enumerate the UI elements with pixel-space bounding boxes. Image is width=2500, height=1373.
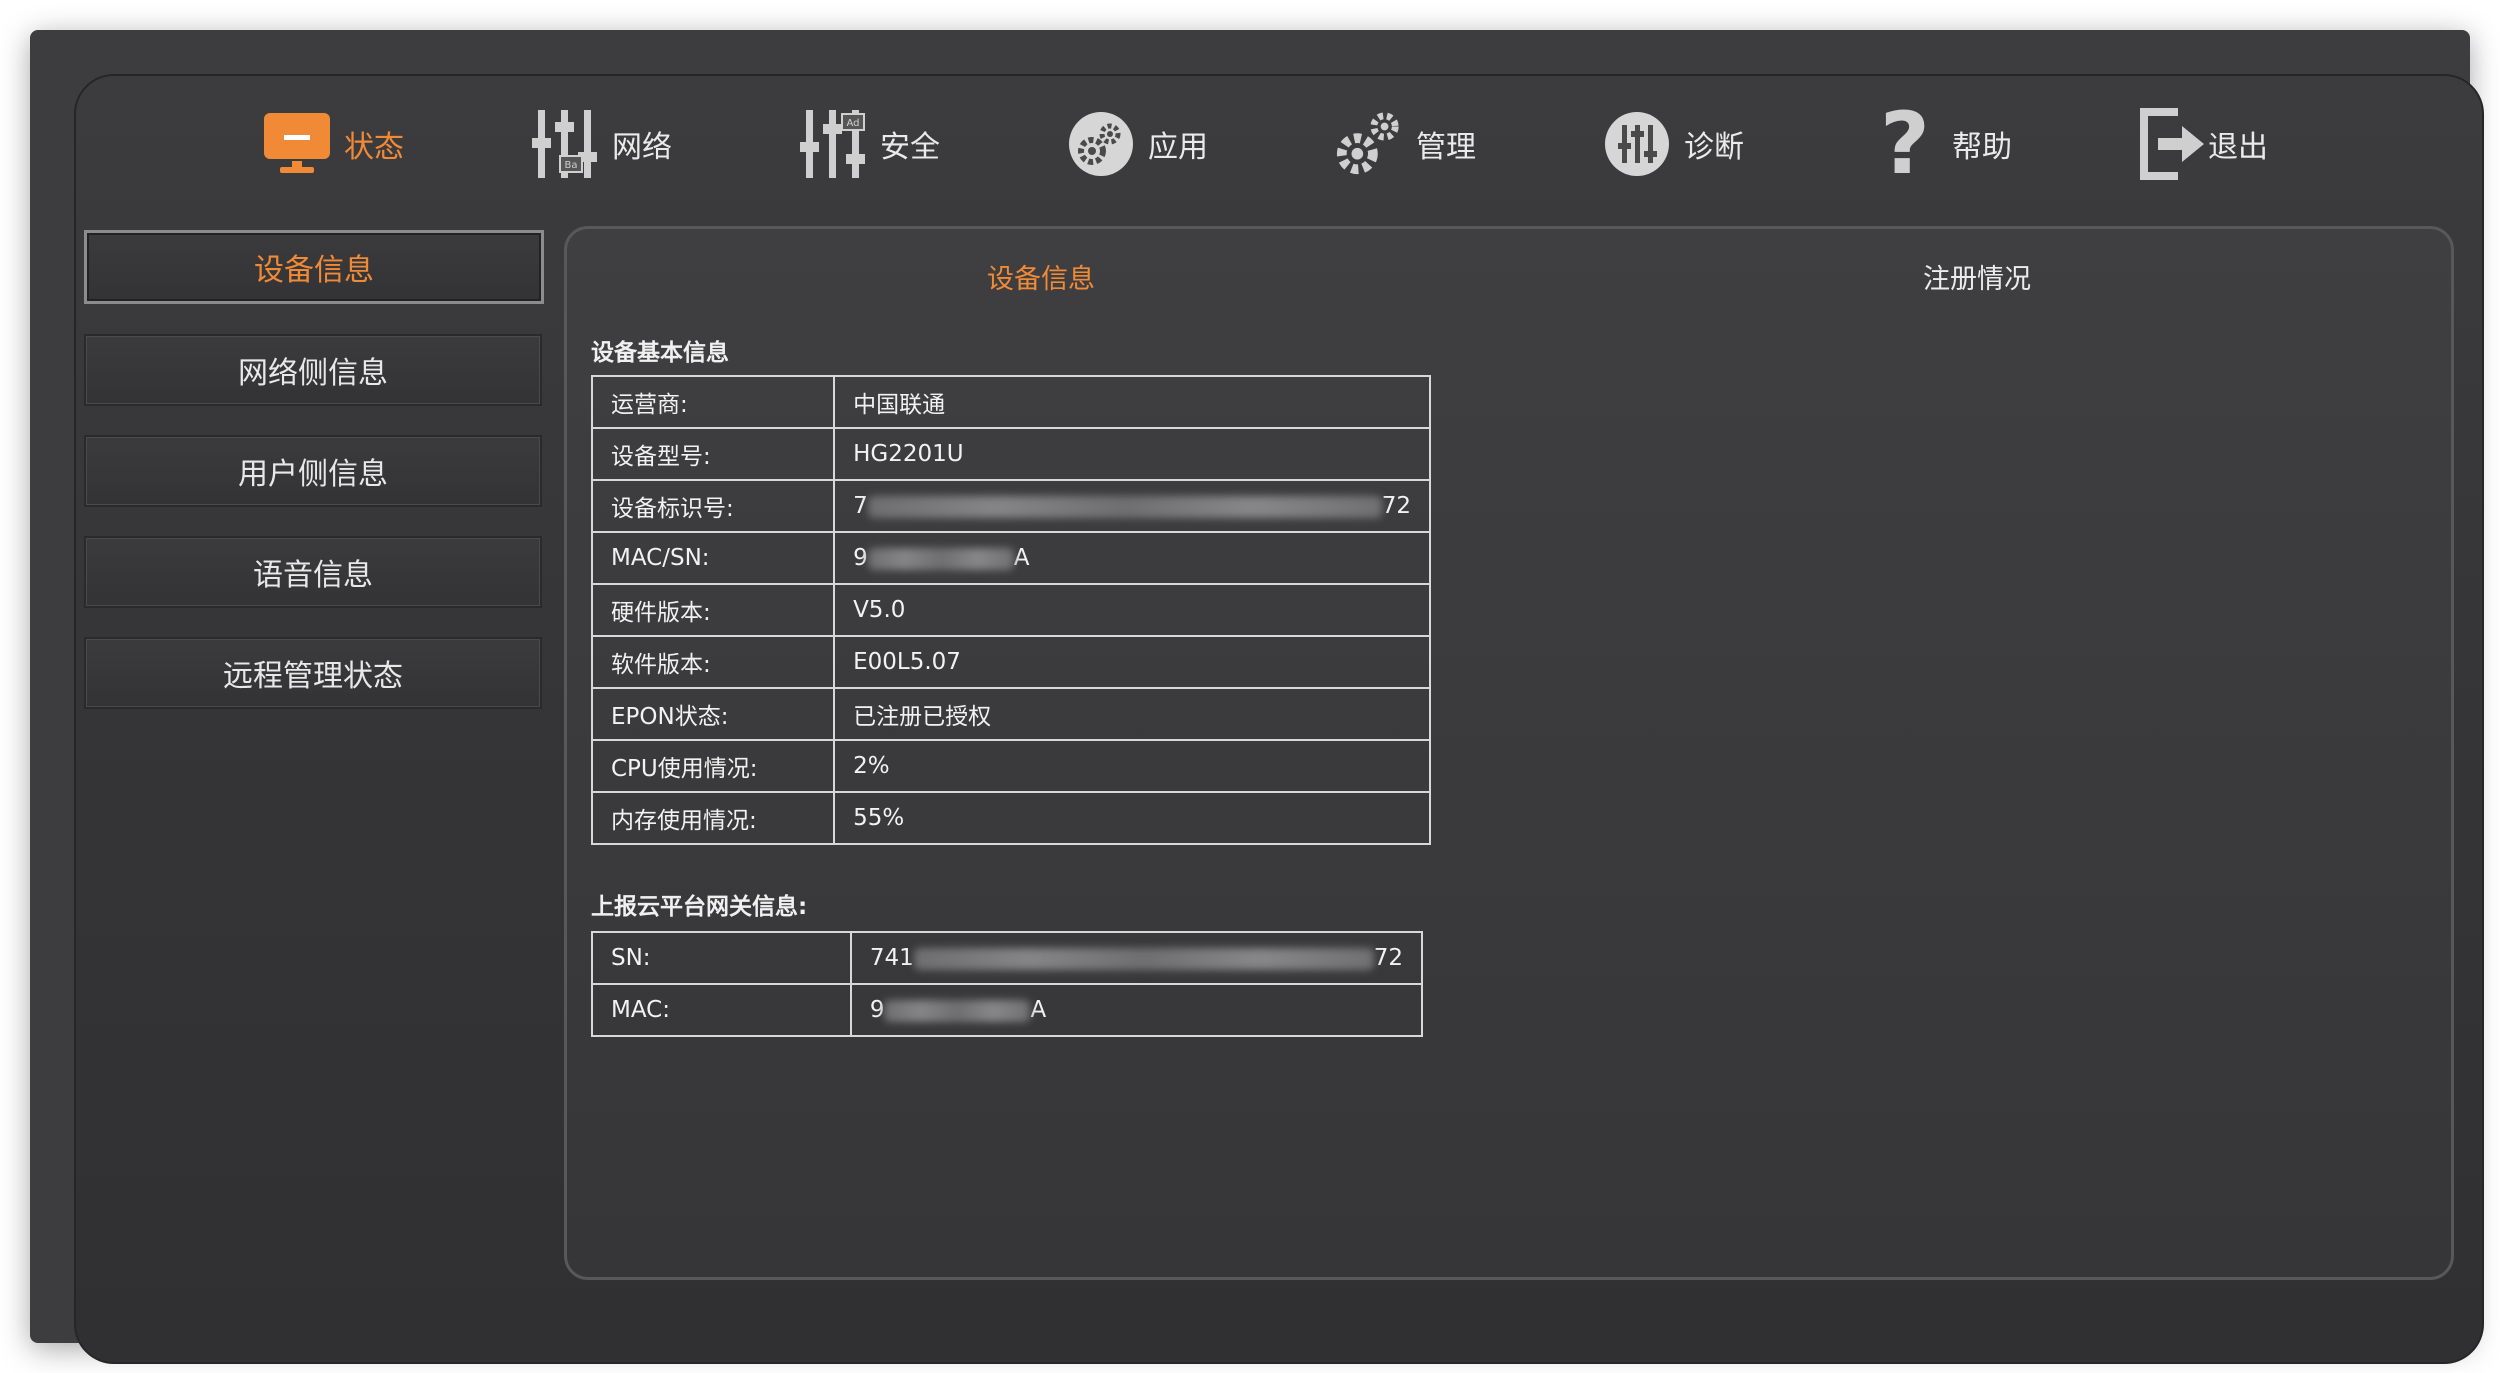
nav-logout[interactable]: 退出	[2138, 104, 2268, 184]
row-key: CPU使用情况:	[590, 739, 836, 793]
row-value: 55%	[833, 791, 1431, 845]
row-key: 软件版本:	[590, 635, 836, 689]
table-row: MAC/SN: 9A	[590, 531, 1431, 585]
svg-text:Ba: Ba	[565, 160, 578, 171]
management-gears-icon	[1334, 108, 1404, 180]
nav-application-label: 应用	[1148, 130, 1208, 165]
value-suffix: A	[1013, 545, 1030, 571]
nav-network[interactable]: Ba 网络	[530, 104, 672, 184]
security-sliders-icon: Ad	[798, 108, 868, 180]
row-key: 设备型号:	[590, 427, 836, 481]
row-value: 741 72	[849, 931, 1424, 985]
sidebar-item-label: 用户侧信息	[238, 457, 388, 492]
content-panel: 设备信息 注册情况 设备基本信息 运营商: 中国联通 设备型号: HG2201U…	[564, 226, 2454, 1280]
row-value: 9A	[849, 983, 1424, 1037]
nav-help[interactable]: ? 帮助	[1870, 104, 2012, 184]
nav-application[interactable]: 应用	[1066, 104, 1208, 184]
nav-management-label: 管理	[1416, 130, 1476, 165]
row-value: HG2201U	[833, 427, 1431, 481]
row-key: 内存使用情况:	[590, 791, 836, 845]
app-window: 状态 Ba 网络 Ad 安全 应用 管理 诊断 ? 帮助 退出 设备信息 网络侧…	[30, 30, 2484, 1364]
redacted-blur	[884, 999, 1031, 1022]
basic-info-table: 运营商: 中国联通 设备型号: HG2201U 设备标识号: 7 72 MAC/S…	[590, 375, 1431, 845]
row-key: 运营商:	[590, 375, 836, 429]
diagnostics-icon	[1602, 108, 1672, 180]
basic-info-title: 设备基本信息	[591, 340, 729, 366]
value-prefix: 741	[869, 945, 914, 971]
svg-text:Ad: Ad	[846, 118, 859, 129]
cloud-info-title: 上报云平台网关信息:	[591, 894, 808, 920]
network-sliders-icon: Ba	[530, 108, 600, 180]
svg-text:?: ?	[1880, 107, 1930, 181]
table-row: SN: 741 72	[591, 931, 1424, 985]
nav-status-label: 状态	[344, 130, 404, 165]
redacted-blur	[867, 547, 1014, 570]
sidebar-item-label: 网络侧信息	[238, 356, 388, 391]
nav-security[interactable]: Ad 安全	[798, 104, 940, 184]
nav-diagnostics-label: 诊断	[1684, 130, 1744, 165]
value-prefix: 9	[869, 997, 885, 1023]
nav-management[interactable]: 管理	[1334, 104, 1476, 184]
row-value: 9A	[833, 531, 1431, 585]
row-key: MAC/SN:	[590, 531, 836, 585]
application-gears-icon	[1066, 108, 1136, 180]
row-value: 已注册已授权	[833, 687, 1431, 741]
nav-security-label: 安全	[880, 130, 940, 165]
table-row: 内存使用情况: 55%	[590, 791, 1431, 845]
nav-help-label: 帮助	[1952, 130, 2012, 165]
logout-icon	[2138, 108, 2208, 180]
row-key: MAC:	[591, 983, 852, 1037]
row-key: SN:	[591, 931, 852, 985]
table-row: MAC: 9A	[591, 983, 1424, 1037]
value-prefix: 9	[853, 545, 868, 571]
cloud-info-table: SN: 741 72 MAC: 9A	[591, 931, 1424, 1037]
row-value: 中国联通	[833, 375, 1431, 429]
table-row: 设备标识号: 7 72	[590, 479, 1431, 533]
nav-logout-label: 退出	[2208, 130, 2268, 165]
sidebar-item-network-info[interactable]: 网络侧信息	[84, 334, 542, 406]
nav-status[interactable]: 状态	[262, 104, 404, 184]
value-prefix: 7	[853, 493, 868, 519]
value-suffix: A	[1030, 997, 1047, 1023]
router-admin-frame: 状态 Ba 网络 Ad 安全 应用 管理 诊断 ? 帮助 退出 设备信息 网络侧…	[74, 74, 2484, 1364]
redacted-blur	[867, 495, 1382, 518]
sidebar-item-remote-management[interactable]: 远程管理状态	[84, 637, 542, 709]
tab-device-info[interactable]: 设备信息	[987, 257, 1095, 296]
sidebar-item-voice-info[interactable]: 语音信息	[84, 536, 542, 608]
table-row: EPON状态: 已注册已授权	[590, 687, 1431, 741]
table-row: 硬件版本: V5.0	[590, 583, 1431, 637]
sidebar-item-device-info[interactable]: 设备信息	[84, 230, 544, 304]
question-mark-icon: ?	[1870, 107, 1940, 181]
redacted-blur	[913, 947, 1374, 970]
value-suffix: 72	[1381, 493, 1411, 519]
value-suffix: 72	[1373, 945, 1403, 971]
nav-diagnostics[interactable]: 诊断	[1602, 104, 1744, 184]
row-value: V5.0	[833, 583, 1431, 637]
monitor-icon	[262, 108, 332, 180]
row-value: 2%	[833, 739, 1431, 793]
table-row: 运营商: 中国联通	[590, 375, 1431, 429]
table-row: 设备型号: HG2201U	[590, 427, 1431, 481]
sidebar-item-label: 语音信息	[253, 558, 373, 593]
row-key: 设备标识号:	[590, 479, 836, 533]
sidebar-item-label: 远程管理状态	[223, 659, 403, 694]
row-value: E00L5.07	[833, 635, 1431, 689]
row-key: 硬件版本:	[590, 583, 836, 637]
nav-network-label: 网络	[612, 130, 672, 165]
tab-registration[interactable]: 注册情况	[1923, 257, 2031, 296]
row-key: EPON状态:	[590, 687, 836, 741]
sidebar-item-label: 设备信息	[254, 253, 374, 288]
table-row: CPU使用情况: 2%	[590, 739, 1431, 793]
top-navigation: 状态 Ba 网络 Ad 安全 应用 管理 诊断 ? 帮助 退出	[76, 76, 2482, 206]
row-value: 7 72	[833, 479, 1431, 533]
sidebar-item-user-info[interactable]: 用户侧信息	[84, 435, 542, 507]
table-row: 软件版本: E00L5.07	[590, 635, 1431, 689]
